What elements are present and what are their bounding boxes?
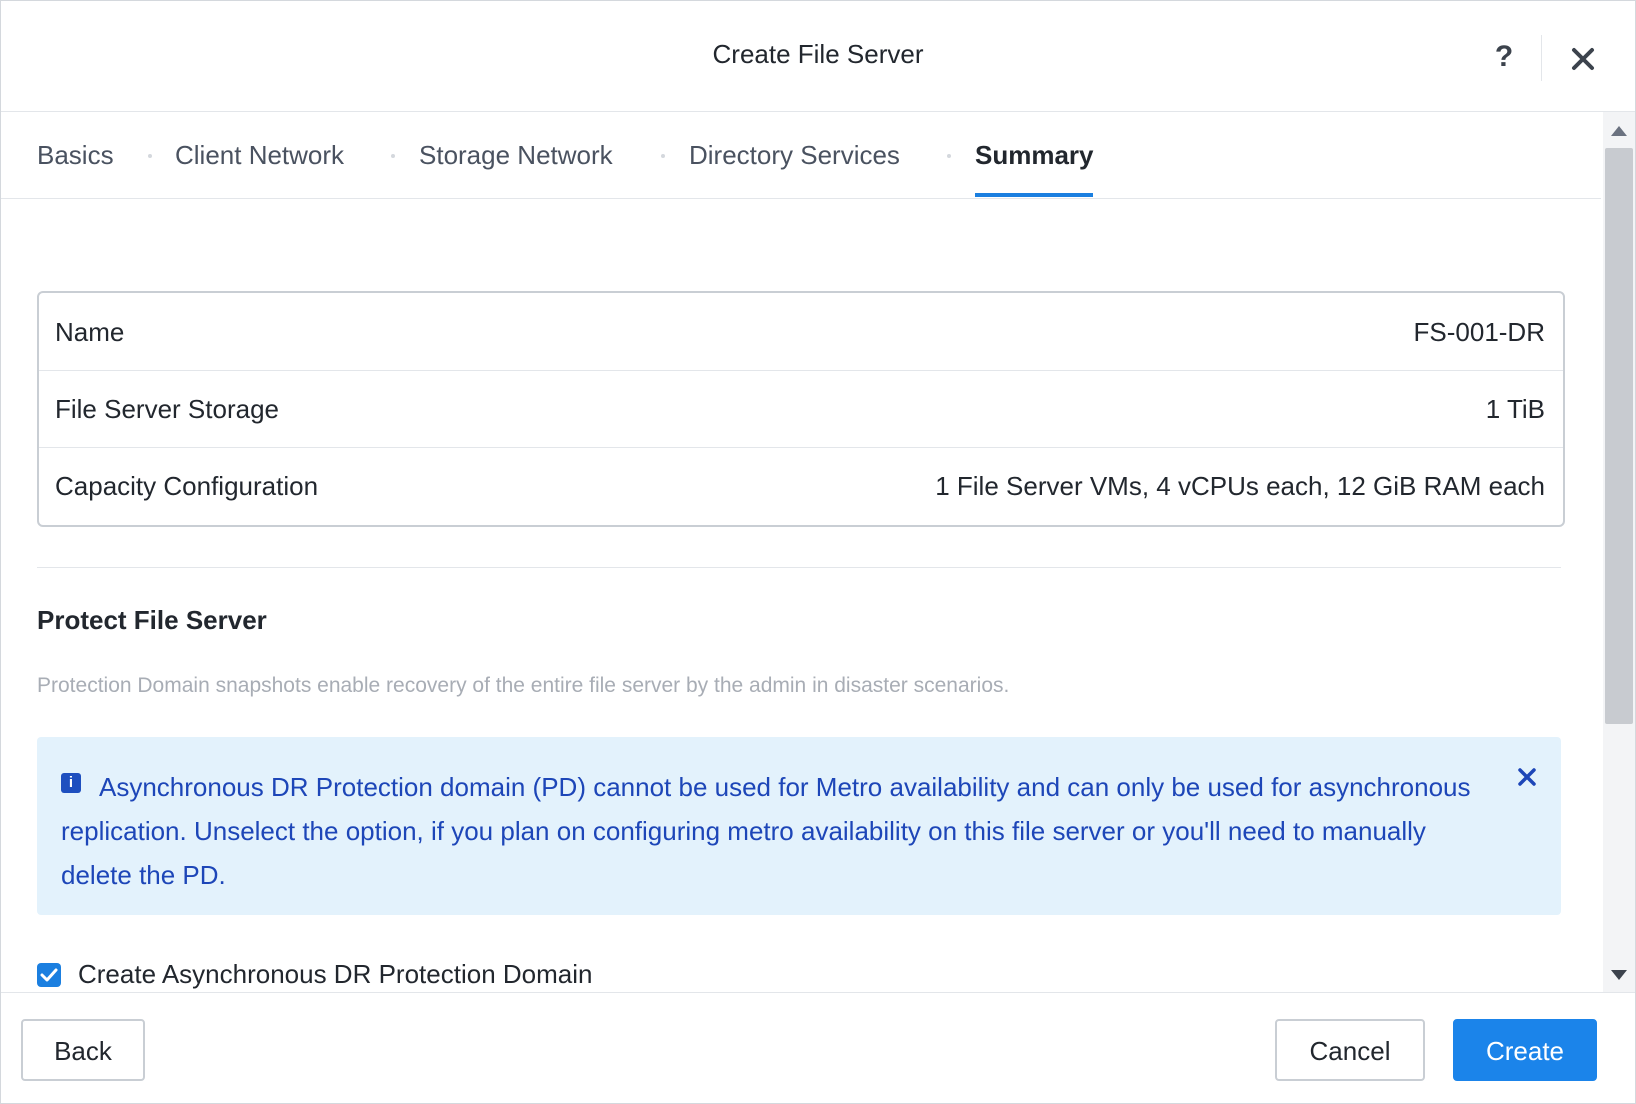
- protect-section-description: Protection Domain snapshots enable recov…: [37, 674, 1010, 697]
- info-banner: i Asynchronous DR Protection domain (PD)…: [37, 737, 1561, 915]
- dismiss-info-button[interactable]: [1515, 765, 1539, 789]
- summary-content: Name FS-001-DR File Server Storage 1 TiB…: [1, 199, 1601, 991]
- help-button[interactable]: ?: [1489, 37, 1519, 77]
- create-pd-label[interactable]: Create Asynchronous DR Protection Domain: [78, 959, 592, 990]
- scrollbar-thumb[interactable]: [1605, 148, 1633, 724]
- tab-separator: [661, 154, 665, 158]
- create-pd-checkbox[interactable]: [37, 963, 61, 987]
- wizard-tabs: Basics Client Network Storage Network Di…: [1, 112, 1601, 199]
- tab-separator: [947, 154, 951, 158]
- summary-row-name: Name FS-001-DR: [39, 293, 1563, 371]
- summary-row-capacity: Capacity Configuration 1 File Server VMs…: [39, 447, 1563, 524]
- row-value: FS-001-DR: [1413, 317, 1545, 347]
- row-label: Name: [55, 317, 125, 347]
- tab-separator: [391, 154, 395, 158]
- row-label: Capacity Configuration: [55, 471, 319, 501]
- summary-table: Name FS-001-DR File Server Storage 1 TiB…: [37, 291, 1565, 527]
- cancel-button[interactable]: Cancel: [1275, 1019, 1425, 1081]
- checkmark-icon: [40, 968, 58, 982]
- summary-row-storage: File Server Storage 1 TiB: [39, 370, 1563, 448]
- create-file-server-dialog: Create File Server ? Basics Client Netwo…: [0, 0, 1636, 1104]
- tab-separator: [148, 154, 152, 158]
- active-tab-indicator: [975, 193, 1093, 197]
- close-icon: [1518, 768, 1536, 786]
- create-pd-option: Create Asynchronous DR Protection Domain: [37, 957, 737, 991]
- scroll-up-arrow-icon[interactable]: [1611, 126, 1627, 136]
- tab-summary[interactable]: Summary: [975, 140, 1094, 171]
- header-divider: [1541, 35, 1542, 81]
- scroll-down-arrow-icon[interactable]: [1611, 970, 1627, 980]
- tab-directory-services[interactable]: Directory Services: [689, 140, 900, 171]
- row-value: 1 File Server VMs, 4 vCPUs each, 12 GiB …: [935, 471, 1545, 501]
- back-button[interactable]: Back: [21, 1019, 145, 1081]
- tab-client-network[interactable]: Client Network: [175, 140, 344, 171]
- create-button[interactable]: Create: [1453, 1019, 1597, 1081]
- row-value: 1 TiB: [1485, 394, 1545, 424]
- protect-section-title: Protect File Server: [37, 605, 267, 635]
- vertical-scrollbar[interactable]: [1603, 112, 1635, 992]
- info-message: Asynchronous DR Protection domain (PD) c…: [61, 772, 1471, 890]
- section-divider: [37, 567, 1561, 568]
- row-label: File Server Storage: [55, 394, 279, 424]
- dialog-header: Create File Server ?: [1, 1, 1635, 112]
- dialog-title: Create File Server: [712, 39, 924, 69]
- tab-basics[interactable]: Basics: [37, 140, 114, 171]
- dialog-footer: Back Cancel Create: [1, 992, 1635, 1103]
- tab-storage-network[interactable]: Storage Network: [419, 140, 613, 171]
- close-icon: [1572, 48, 1594, 70]
- close-button[interactable]: [1567, 43, 1599, 75]
